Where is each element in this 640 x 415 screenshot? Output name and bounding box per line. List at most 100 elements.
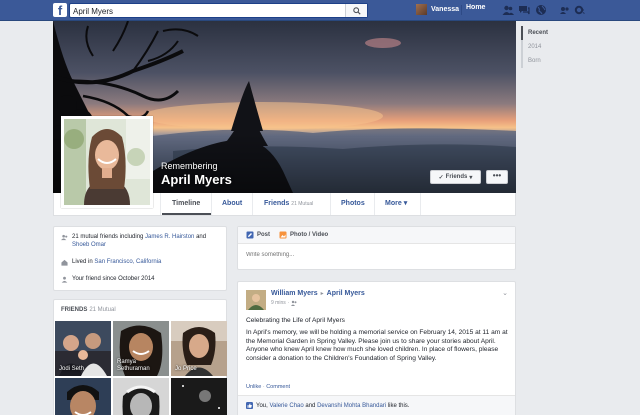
friends-count: 21 Mutual xyxy=(89,307,116,313)
likes-text: You, Valerie Chao and Devanshi Mohta Bha… xyxy=(256,403,409,409)
home-link[interactable]: Home xyxy=(466,4,485,11)
tab-photos[interactable]: Photos xyxy=(341,193,365,215)
person-icon xyxy=(61,276,68,283)
friend-name: Jo Price xyxy=(175,366,197,372)
likes-you: You, xyxy=(256,402,270,409)
composer-tabs: Post Photo / Video xyxy=(238,227,515,244)
pencil-icon xyxy=(246,231,254,239)
timeline-post: William Myers ▸ April Myers 9 mins · ⌄ C… xyxy=(237,281,516,415)
mutual-friend-link[interactable]: James R. Hairston xyxy=(145,234,194,240)
photo-icon xyxy=(279,231,287,239)
friend-name: Jodi Seth xyxy=(59,366,85,372)
home-icon xyxy=(61,259,68,266)
user-profile-link[interactable]: Vanessa xyxy=(416,4,459,15)
liker-link[interactable]: Devanshi Mohta Bhandari xyxy=(317,403,386,409)
divider xyxy=(420,193,421,215)
divider xyxy=(160,193,161,215)
search-input[interactable] xyxy=(73,5,343,17)
friend-photo xyxy=(55,378,111,415)
friend-tile[interactable]: Jo Price xyxy=(171,321,227,376)
post-composer: Post Photo / Video xyxy=(237,226,516,270)
divider xyxy=(374,193,375,215)
dot-separator: · xyxy=(287,300,290,306)
friend-tile[interactable]: Ramya Sethuraman xyxy=(113,321,169,376)
divider xyxy=(330,193,331,215)
post-actions: Unlike · Comment xyxy=(246,384,290,390)
friend-since-text: Your friend since October 2014 xyxy=(72,276,155,282)
post-body: In April's memory, we will be holding a … xyxy=(246,329,508,362)
tab-friends-count: 21 Mutual xyxy=(291,201,314,207)
user-name: Vanessa xyxy=(431,6,460,13)
friend-tile[interactable] xyxy=(171,378,227,415)
search-button[interactable] xyxy=(345,4,367,17)
composer-tab-post[interactable]: Post xyxy=(246,231,270,239)
likes-summary: You, Valerie Chao and Devanshi Mohta Bha… xyxy=(246,402,409,409)
messages-icon[interactable] xyxy=(518,4,530,16)
mutual-friend-link[interactable]: Shoeb Omar xyxy=(72,242,106,248)
likes-bar: You, Valerie Chao and Devanshi Mohta Bha… xyxy=(238,395,515,415)
composer-tab-photo-video[interactable]: Photo / Video xyxy=(279,231,328,239)
post-meta: 9 mins · xyxy=(271,300,297,306)
divider xyxy=(461,5,462,15)
friend-tile[interactable] xyxy=(55,378,111,415)
divider xyxy=(252,193,253,215)
friends-audience-icon[interactable] xyxy=(291,300,297,306)
people-icon xyxy=(61,234,68,241)
friends-title-text: FRIENDS xyxy=(61,307,88,313)
divider xyxy=(211,193,212,215)
lived-place-link[interactable]: San Francisco, California xyxy=(94,259,161,265)
profile-name[interactable]: April Myers xyxy=(161,172,232,187)
active-tab-indicator xyxy=(162,213,211,215)
friends-card: FRIENDS 21 Mutual Jodi Seth Ramya Sethura… xyxy=(53,299,227,415)
facebook-logo[interactable]: f xyxy=(53,3,67,17)
author-avatar[interactable] xyxy=(246,290,266,310)
author-link[interactable]: William Myers xyxy=(271,290,318,297)
friends-card-title[interactable]: FRIENDS 21 Mutual xyxy=(61,307,116,313)
composer-input[interactable] xyxy=(246,252,506,258)
settings-gear-icon[interactable] xyxy=(573,4,585,16)
intro-card: 21 mutual friends including James R. Hai… xyxy=(53,226,227,291)
notifications-globe-icon[interactable] xyxy=(535,4,547,16)
remembering-label: Remembering xyxy=(161,161,218,171)
profile-picture[interactable] xyxy=(61,116,153,208)
lived-prefix: Lived in xyxy=(72,259,95,265)
composer-tab-photo-label: Photo / Video xyxy=(290,232,329,238)
tab-more[interactable]: More ▾ xyxy=(385,193,407,215)
post-title: Celebrating the Life of April Myers xyxy=(246,317,345,324)
post-timestamp[interactable]: 9 mins xyxy=(271,300,286,306)
friends-status-button[interactable]: ✓ Friends ▾ xyxy=(430,170,481,184)
dot-separator: · xyxy=(262,384,265,390)
mutual-friends-row: 21 mutual friends including James R. Hai… xyxy=(61,233,223,249)
mutual-friends-text: 21 mutual friends including James R. Hai… xyxy=(72,233,223,249)
composer-tab-post-label: Post xyxy=(257,232,271,238)
top-navigation-bar: f Vanessa Home xyxy=(0,0,640,21)
more-options-button[interactable]: ••• xyxy=(486,170,508,184)
friend-name: Ramya Sethuraman xyxy=(117,359,150,372)
tab-friends[interactable]: Friends 21 Mutual xyxy=(264,193,313,215)
caret-down-icon: ▾ xyxy=(403,200,408,207)
year-recent[interactable]: Recent xyxy=(521,26,561,40)
comment-link[interactable]: Comment xyxy=(266,384,290,390)
liker-link[interactable]: Valerie Chao xyxy=(269,403,303,409)
post-options-chevron-icon[interactable]: ⌄ xyxy=(502,289,508,297)
year-2014[interactable]: 2014 xyxy=(523,40,561,54)
friend-tile[interactable] xyxy=(113,378,169,415)
search-icon xyxy=(352,6,361,15)
mutual-prefix: 21 mutual friends including xyxy=(72,234,146,240)
friend-requests-icon[interactable] xyxy=(502,4,514,16)
unlike-link[interactable]: Unlike xyxy=(246,384,261,390)
post-header: William Myers ▸ April Myers xyxy=(271,290,365,297)
arrow-right-icon: ▸ xyxy=(320,291,324,297)
tab-about[interactable]: About xyxy=(222,193,242,215)
tab-friends-label: Friends xyxy=(264,200,290,207)
friend-tile[interactable]: Jodi Seth xyxy=(55,321,111,376)
target-profile-link[interactable]: April Myers xyxy=(327,290,365,297)
likes-and: and xyxy=(303,402,318,409)
profile-photo-image xyxy=(64,119,150,205)
tab-timeline[interactable]: Timeline xyxy=(172,193,200,215)
check-icon: ✓ xyxy=(438,174,444,181)
lived-in-row: Lived in San Francisco, California xyxy=(61,258,161,266)
timeline-year-scrubber: Recent 2014 Born xyxy=(521,26,561,68)
year-born[interactable]: Born xyxy=(523,54,561,68)
privacy-shortcuts-icon[interactable] xyxy=(559,4,571,16)
